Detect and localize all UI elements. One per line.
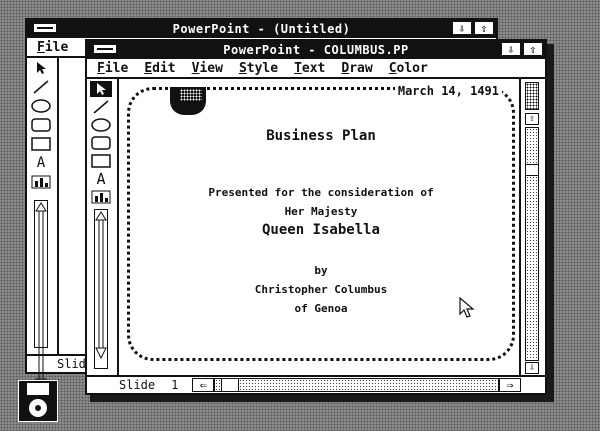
line-icon [33,80,49,94]
slide-line-presented: Presented for the consideration of [208,186,434,199]
scroll-down-button[interactable]: ⇩ [525,362,539,374]
scroll-up-button[interactable]: ⇧ [525,113,539,125]
prev-slide-button[interactable]: ⇐ [192,378,215,392]
arrow-left-icon: ⇐ [199,378,207,392]
rect-tool[interactable] [90,153,112,169]
right-panel: ⇧ ⇩ [519,79,545,375]
back-rect-tool[interactable] [30,136,52,152]
ellipse-icon [91,118,111,132]
arrow-pointer-icon [37,62,46,74]
slide-line-author: Christopher Columbus [254,283,388,296]
menu-edit[interactable]: Edit [144,61,175,76]
back-window-control-menu[interactable] [33,23,57,33]
front-window-control-menu[interactable] [93,44,117,54]
front-window-titlebar[interactable]: PowerPoint - COLUMBUS.PP ⇩ ⇧ [87,41,545,59]
back-ellipse-tool[interactable] [30,98,52,114]
menu-text[interactable]: Text [294,61,325,76]
front-window-title: PowerPoint - COLUMBUS.PP [223,43,409,57]
select-tool[interactable] [90,81,112,97]
status-slide-label: Slide [119,378,156,392]
toolbox-scrollbar[interactable] [94,209,108,369]
menu-color[interactable]: Color [389,61,428,76]
slide-canvas[interactable]: March 14, 1491 Business Plan Presented f… [119,79,519,375]
menu-draw[interactable]: Draw [341,61,372,76]
toolbox: A [87,79,119,377]
text-tool-icon: A [36,155,46,171]
graph-icon [91,190,111,204]
rounded-rectangle-icon [31,118,51,132]
back-window-title: PowerPoint - (Untitled) [172,22,351,36]
text-tool[interactable]: A [90,170,112,188]
rounded-rectangle-icon [91,136,111,150]
zoom-buttons[interactable] [525,82,539,110]
arrow-up-icon: ⇧ [528,113,536,124]
rounded-rect-tool[interactable] [90,135,112,151]
arrow-right-icon: ⇒ [506,378,514,392]
menu-style[interactable]: Style [239,61,278,76]
back-window-statusbar: Slid [27,354,87,372]
menu-view[interactable]: View [192,61,223,76]
front-window-minimize-button[interactable]: ⇩ [501,42,521,56]
back-graph-tool[interactable] [30,174,52,190]
back-line-tool[interactable] [30,79,52,95]
front-window-menubar: File Edit View Style Text Draw Color [87,59,545,79]
next-slide-button[interactable]: ⇒ [499,378,521,392]
back-window-minimize-button[interactable]: ⇩ [452,21,472,35]
rectangle-icon [91,154,111,168]
front-window-statusbar: Slide 1 ⇐ ⇒ [87,375,545,393]
arrow-down-icon: ⇩ [528,362,536,373]
ellipse-tool[interactable] [90,117,112,133]
menu-file[interactable]: File [97,61,128,76]
slide-line-origin: of Genoa [294,302,348,315]
back-select-tool[interactable] [30,60,52,76]
front-window-maximize-button[interactable]: ⇧ [523,42,543,56]
text-tool-icon: A [96,170,106,188]
slide-line-by: by [314,264,328,277]
mouse-pointer-icon [459,297,475,318]
slide-title: Business Plan [266,128,376,144]
front-window[interactable]: PowerPoint - COLUMBUS.PP ⇩ ⇧ File Edit V… [85,39,547,395]
line-tool[interactable] [90,99,112,115]
status-slide-number: 1 [171,378,179,392]
slide-date: March 14, 1491 [394,84,502,98]
horizontal-scroll-track[interactable] [214,378,499,392]
back-text-tool[interactable]: A [30,155,52,171]
graph-icon [31,175,51,189]
rectangle-icon [31,137,51,151]
line-icon [93,100,109,114]
floppy-disk-icon[interactable] [18,380,58,422]
slide-line-her-majesty: Her Majesty [284,205,358,218]
back-toolbox-scrollbar[interactable] [34,200,48,391]
ellipse-icon [31,99,51,113]
horizontal-scroll-thumb[interactable] [221,379,240,391]
back-window-titlebar[interactable]: PowerPoint - (Untitled) ⇩ ⇧ [27,20,496,38]
back-window-toolbox: A [27,58,59,391]
vertical-scroll-track[interactable] [525,127,539,361]
back-menu-file[interactable]: File [37,40,68,55]
back-window-menubar: File [27,38,87,58]
slide-line-queen: Queen Isabella [261,222,380,238]
double-arrow-icon [95,211,107,360]
back-rounded-rect-tool[interactable] [30,117,52,133]
graph-tool[interactable] [90,189,112,205]
slide-decoration [170,87,206,115]
vertical-scroll-thumb[interactable] [526,164,538,176]
arrow-pointer-icon [97,83,106,95]
back-status-slide-label: Slid [57,357,86,371]
slide[interactable]: March 14, 1491 Business Plan Presented f… [127,84,515,361]
back-window-maximize-button[interactable]: ⇧ [474,21,494,35]
